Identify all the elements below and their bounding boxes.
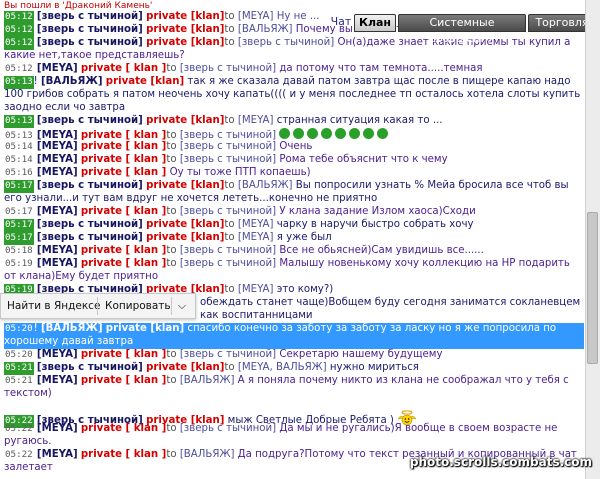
- chat-line[interactable]: 05:17 [зверь с тычиной] private [klan]to…: [4, 219, 584, 232]
- chat-line[interactable]: 05:17 [зверь с тычиной] private [klan]to…: [4, 180, 584, 206]
- yandex-selection-popup: Найти в Яндексе Копировать ⌵: [0, 293, 196, 319]
- popup-divider: [97, 297, 98, 315]
- tab-clan[interactable]: Клан: [354, 14, 396, 32]
- chat-line[interactable]: 05:17 [МЕYA] private [ klan ]to [зверь с…: [4, 206, 584, 219]
- vertical-scrollbar[interactable]: [585, 0, 600, 479]
- chat-line[interactable]: 05:20 [МЕYA] private [ klan ]to [зверь с…: [4, 349, 584, 362]
- chat-line-selected[interactable]: 05:20! [ВАЛЬЯЖ] private [klan] спасибо к…: [4, 323, 584, 349]
- copy-button[interactable]: Копировать: [105, 294, 171, 318]
- smiley-icon-row: [279, 128, 391, 141]
- chat-line[interactable]: 05:18 [МЕYA] private [ klan ]to [зверь с…: [4, 245, 584, 258]
- chat-line[interactable]: 05:17 [зверь с тычиной] private [klan]to…: [4, 232, 584, 245]
- chat-line[interactable]: 05:14 [МЕYA] private [ klan ]to [зверь с…: [4, 141, 584, 154]
- chat-line[interactable]: 05:21 [МЕYA] private [ klan ]to [ВАЛЬЯЖ]…: [4, 375, 584, 401]
- timestamp: 05:12: [4, 11, 34, 24]
- chat-line[interactable]: 05:13 [зверь с тычиной] private [klan]to…: [4, 115, 584, 128]
- chat-line[interactable]: 05:22 [МЕYA] private [ klan ]to [зверь с…: [4, 423, 584, 449]
- chat-line[interactable]: 05:13! [ВАЛЬЯЖ] private [klan] так я же …: [4, 76, 584, 114]
- chat-line[interactable]: 05:19 [МЕYA] private [ klan ]to [зверь с…: [4, 258, 584, 284]
- sender[interactable]: [зверь с тычиной]: [37, 11, 143, 22]
- chat-line[interactable]: 05:12 [МЕYA] private [ klan ]to [зверь с…: [4, 63, 584, 76]
- chat-line-partial[interactable]: обеждать станет чаще)Вобщем буду сегодня…: [200, 297, 584, 323]
- chat-line[interactable]: 05:21 [зверь с тычиной] private [klan]to…: [4, 362, 584, 375]
- chat-line[interactable]: 05:14 [МЕYA] private [ klan ]to [зверь с…: [4, 154, 584, 167]
- popup-divider: [171, 297, 172, 315]
- chat-log[interactable]: Вы пошли в 'Драконий Камень' 05:12 [звер…: [2, 0, 584, 479]
- chat-line[interactable]: 05:12 [зверь с тычиной] private [klan]to…: [4, 37, 584, 63]
- chat-line[interactable]: 05:16 [МЕYA] private [ klan ] Оу ты тоже…: [4, 167, 584, 180]
- private-tag[interactable]: private [klan]: [146, 11, 224, 22]
- chevron-down-icon[interactable]: ⌵: [178, 294, 186, 318]
- tab-chat[interactable]: Чат: [330, 14, 352, 30]
- watermark: photo.scrolls.combats.com: [409, 455, 592, 469]
- scrollbar-thumb[interactable]: [587, 212, 598, 364]
- search-yandex-button[interactable]: Найти в Яндексе: [7, 294, 100, 318]
- tab-system-messages[interactable]: Системные сообщения: [398, 14, 526, 45]
